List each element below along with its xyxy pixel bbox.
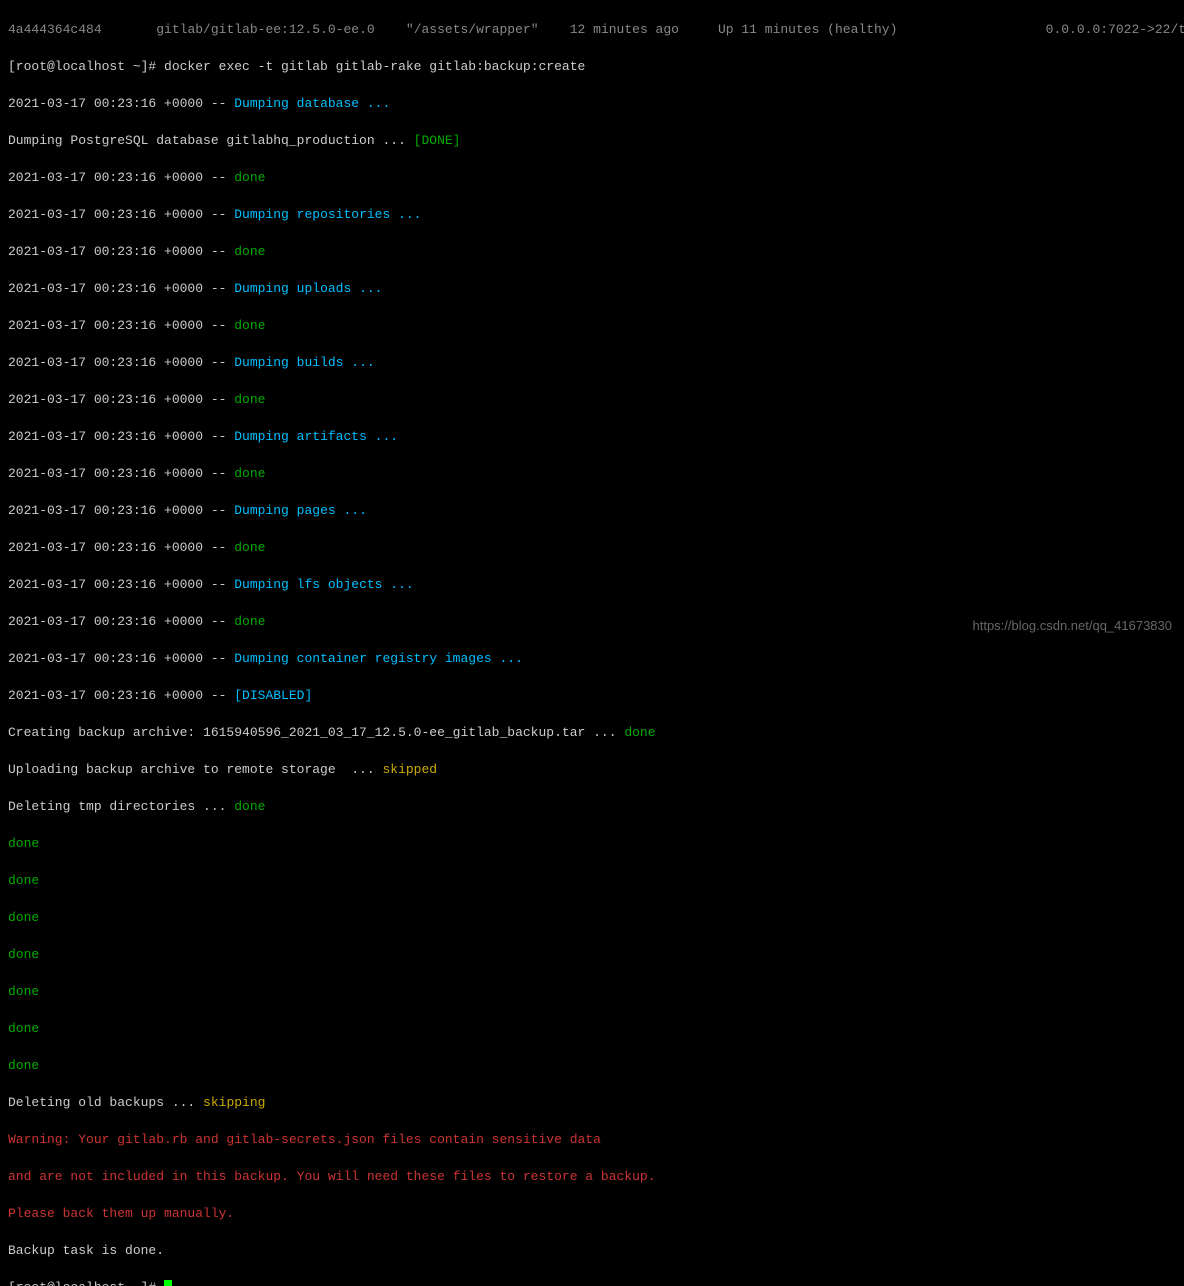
terminal-output[interactable]: 4a444364c484 gitlab/gitlab-ee:12.5.0-ee.… xyxy=(0,0,1184,1286)
command-line: [root@localhost ~]# docker exec -t gitla… xyxy=(8,58,1176,77)
done-standalone: done xyxy=(8,983,1176,1002)
dump-pages: 2021-03-17 00:23:16 +0000 -- Dumping pag… xyxy=(8,502,1176,521)
command-prompt-idle[interactable]: [root@localhost ~]# xyxy=(8,1279,1176,1286)
dump-artifacts: 2021-03-17 00:23:16 +0000 -- Dumping art… xyxy=(8,428,1176,447)
dump-database: 2021-03-17 00:23:16 +0000 -- Dumping dat… xyxy=(8,95,1176,114)
backup-complete: Backup task is done. xyxy=(8,1242,1176,1261)
warning-line-2: and are not included in this backup. You… xyxy=(8,1168,1176,1187)
shell-prompt: [root@localhost ~]# xyxy=(8,59,164,74)
dump-builds: 2021-03-17 00:23:16 +0000 -- Dumping bui… xyxy=(8,354,1176,373)
cursor-icon xyxy=(164,1280,172,1286)
done-line: 2021-03-17 00:23:16 +0000 -- done xyxy=(8,243,1176,262)
shell-prompt: [root@localhost ~]# xyxy=(8,1280,164,1286)
done-standalone: done xyxy=(8,946,1176,965)
shell-command: docker exec -t gitlab gitlab-rake gitlab… xyxy=(164,59,585,74)
watermark-text: https://blog.csdn.net/qq_41673830 xyxy=(973,617,1173,636)
upload-archive: Uploading backup archive to remote stora… xyxy=(8,761,1176,780)
done-line: 2021-03-17 00:23:16 +0000 -- done xyxy=(8,317,1176,336)
create-archive: Creating backup archive: 1615940596_2021… xyxy=(8,724,1176,743)
done-standalone: done xyxy=(8,1057,1176,1076)
dump-repos: 2021-03-17 00:23:16 +0000 -- Dumping rep… xyxy=(8,206,1176,225)
dump-registry: 2021-03-17 00:23:16 +0000 -- Dumping con… xyxy=(8,650,1176,669)
dump-uploads: 2021-03-17 00:23:16 +0000 -- Dumping upl… xyxy=(8,280,1176,299)
dump-postgresql: Dumping PostgreSQL database gitlabhq_pro… xyxy=(8,132,1176,151)
disabled-line: 2021-03-17 00:23:16 +0000 -- [DISABLED] xyxy=(8,687,1176,706)
done-line: 2021-03-17 00:23:16 +0000 -- done xyxy=(8,391,1176,410)
delete-old: Deleting old backups ... skipping xyxy=(8,1094,1176,1113)
warning-line-1: Warning: Your gitlab.rb and gitlab-secre… xyxy=(8,1131,1176,1150)
done-standalone: done xyxy=(8,909,1176,928)
done-standalone: done xyxy=(8,872,1176,891)
delete-tmp: Deleting tmp directories ... done xyxy=(8,798,1176,817)
done-line: 2021-03-17 00:23:16 +0000 -- done xyxy=(8,169,1176,188)
done-line: 2021-03-17 00:23:16 +0000 -- done xyxy=(8,539,1176,558)
done-line: 2021-03-17 00:23:16 +0000 -- done xyxy=(8,465,1176,484)
dump-lfs: 2021-03-17 00:23:16 +0000 -- Dumping lfs… xyxy=(8,576,1176,595)
docker-ps-row: 4a444364c484 gitlab/gitlab-ee:12.5.0-ee.… xyxy=(8,21,1176,40)
done-standalone: done xyxy=(8,835,1176,854)
done-standalone: done xyxy=(8,1020,1176,1039)
warning-line-3: Please back them up manually. xyxy=(8,1205,1176,1224)
